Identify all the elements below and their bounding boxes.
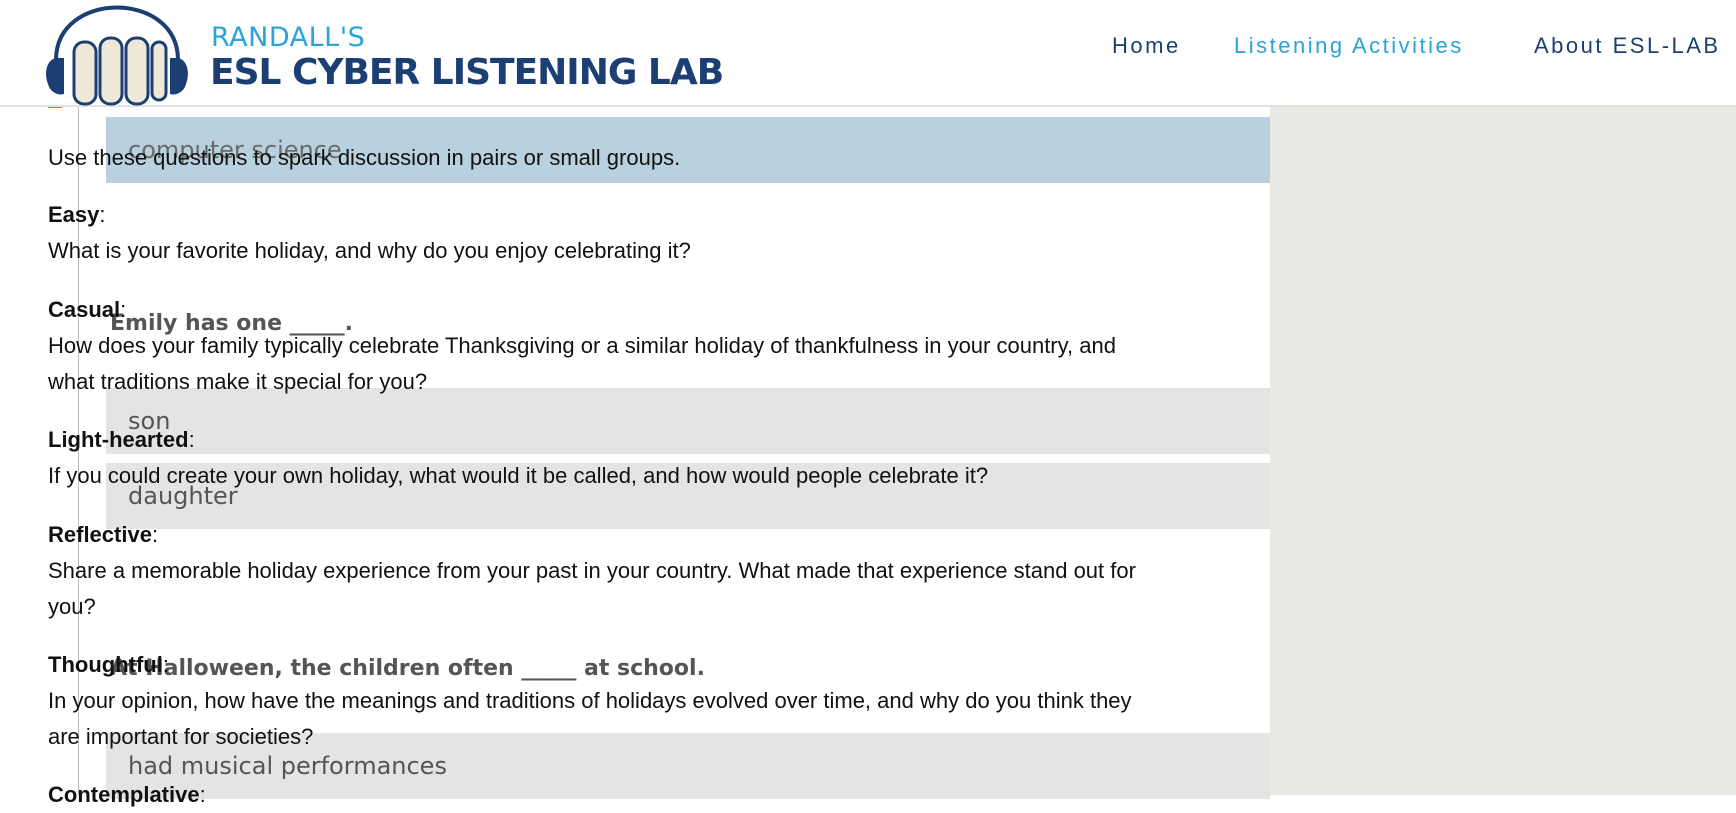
main-nav: Home Listening Activities About ESL-LAB [0, 33, 1736, 63]
question-casual-line2: what traditions make it special for you? [48, 369, 428, 394]
question-thoughtful-line2: are important for societies? [48, 724, 314, 749]
section-label-easy: Easy: [48, 202, 106, 227]
question-reflective-line2: you? [48, 594, 96, 619]
label-easy: Easy [48, 202, 100, 227]
site-header: RANDALL'S ESL CYBER LISTENING LAB Home L… [0, 0, 1736, 107]
question-easy: What is your favorite holiday, and why d… [48, 238, 691, 263]
question-lighthearted: If you could create your own holiday, wh… [48, 463, 989, 488]
label-reflective: Reflective [48, 522, 152, 547]
section-label-contemplative: Contemplative: [48, 782, 206, 807]
quiz-question-2: At Halloween, the children often _____ a… [110, 656, 705, 681]
question-reflective-line1: Share a memorable holiday experience fro… [48, 558, 1136, 583]
section-label-casual: Casual: [48, 297, 127, 322]
right-sidebar [1270, 106, 1736, 795]
question-casual-line1: How does your family typically celebrate… [48, 333, 1116, 358]
label-thoughtful: Thoughtful [48, 652, 163, 677]
label-lighthearted: Light-hearted [48, 427, 189, 452]
label-casual: Casual [48, 297, 121, 322]
intro-text: Use these questions to spark discussion … [48, 145, 681, 170]
section-label-thoughtful: Thoughtful: [48, 652, 169, 677]
section-label-lighthearted: Light-hearted: [48, 427, 195, 452]
question-thoughtful-line1: In your opinion, how have the meanings a… [48, 688, 1132, 713]
nav-home[interactable]: Home [1112, 33, 1181, 59]
nav-about[interactable]: About ESL-LAB [1534, 33, 1721, 59]
nav-listening-activities[interactable]: Listening Activities [1234, 33, 1464, 59]
section-label-reflective: Reflective: [48, 522, 159, 547]
